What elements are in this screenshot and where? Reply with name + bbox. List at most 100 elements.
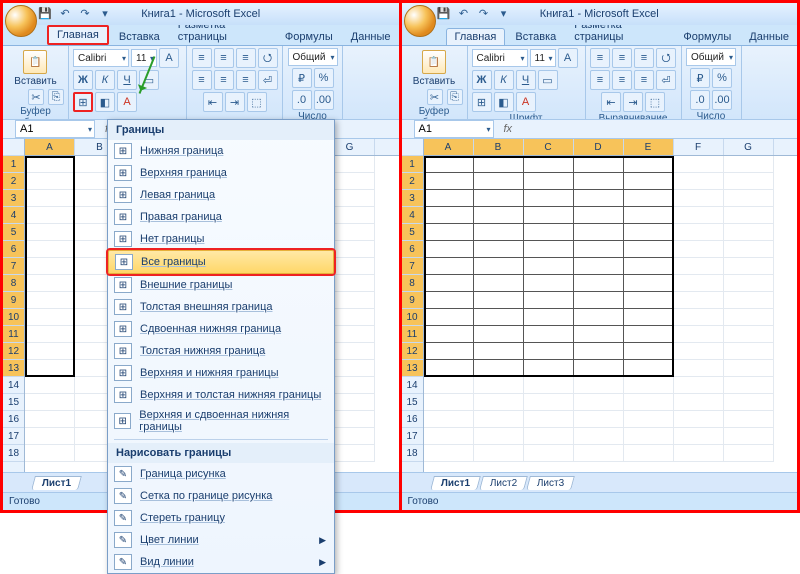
- row-header[interactable]: 11: [3, 326, 24, 343]
- number-format-select[interactable]: Общий: [686, 48, 736, 66]
- row-header[interactable]: 12: [3, 343, 24, 360]
- fill-color-button[interactable]: ◧: [95, 92, 115, 112]
- name-box[interactable]: A1: [15, 120, 95, 138]
- cell[interactable]: [424, 309, 474, 326]
- currency-icon[interactable]: ₽: [292, 68, 312, 88]
- row-header[interactable]: 4: [402, 207, 423, 224]
- orientation-icon[interactable]: ⭯: [258, 48, 278, 68]
- cell[interactable]: [724, 309, 774, 326]
- borders-menu-item[interactable]: ⊞Все границы: [108, 250, 334, 274]
- italic-button[interactable]: К: [494, 70, 514, 90]
- cut-icon[interactable]: ✂: [28, 89, 44, 105]
- cell[interactable]: [524, 428, 574, 445]
- cell[interactable]: [624, 309, 674, 326]
- cell[interactable]: [424, 241, 474, 258]
- borders-menu-item[interactable]: ⊞Правая граница: [108, 206, 334, 228]
- tab-data[interactable]: Данные: [741, 29, 797, 45]
- row-header[interactable]: 14: [402, 377, 423, 394]
- orientation-icon[interactable]: ⭯: [656, 48, 676, 68]
- cell[interactable]: [624, 258, 674, 275]
- row-header[interactable]: 6: [402, 241, 423, 258]
- column-headers[interactable]: ABCDEFG: [424, 139, 798, 156]
- row-header[interactable]: 10: [3, 309, 24, 326]
- cell[interactable]: [624, 394, 674, 411]
- cell[interactable]: [724, 241, 774, 258]
- percent-icon[interactable]: %: [712, 68, 732, 88]
- cell[interactable]: [624, 326, 674, 343]
- align-center-icon[interactable]: ≡: [612, 70, 632, 90]
- qat-more-icon[interactable]: ▾: [496, 5, 512, 21]
- cell[interactable]: [724, 343, 774, 360]
- col-header[interactable]: C: [524, 139, 574, 155]
- row-headers[interactable]: 123456789101112131415161718: [3, 139, 25, 472]
- merge-icon[interactable]: ⬚: [645, 92, 665, 112]
- cell[interactable]: [524, 326, 574, 343]
- cell[interactable]: [574, 428, 624, 445]
- cell[interactable]: [724, 173, 774, 190]
- cell[interactable]: [474, 156, 524, 173]
- cell[interactable]: [474, 207, 524, 224]
- row-header[interactable]: 2: [3, 173, 24, 190]
- cell[interactable]: [474, 377, 524, 394]
- row-header[interactable]: 5: [3, 224, 24, 241]
- save-icon[interactable]: 💾: [436, 5, 452, 21]
- borders-menu-item[interactable]: ⊞Левая граница: [108, 184, 334, 206]
- col-header[interactable]: A: [25, 139, 75, 155]
- indent-inc-icon[interactable]: ⇥: [623, 92, 643, 112]
- row-header[interactable]: 6: [3, 241, 24, 258]
- row-header[interactable]: 16: [402, 411, 423, 428]
- cell[interactable]: [674, 156, 724, 173]
- cell[interactable]: [574, 326, 624, 343]
- col-header[interactable]: G: [724, 139, 774, 155]
- align-bot-icon[interactable]: ≡: [236, 48, 256, 68]
- redo-icon[interactable]: ↷: [77, 5, 93, 21]
- cell[interactable]: [674, 377, 724, 394]
- font-color-button[interactable]: A: [117, 92, 137, 112]
- cell[interactable]: [424, 292, 474, 309]
- row-header[interactable]: 1: [3, 156, 24, 173]
- cell[interactable]: [474, 275, 524, 292]
- cell[interactable]: [724, 156, 774, 173]
- tab-data[interactable]: Данные: [343, 29, 399, 45]
- cell[interactable]: [424, 173, 474, 190]
- paste-button[interactable]: 📋 Вставить: [409, 48, 459, 89]
- underline-button[interactable]: Ч: [117, 70, 137, 90]
- cell[interactable]: [574, 343, 624, 360]
- cell[interactable]: [624, 292, 674, 309]
- cell[interactable]: [474, 411, 524, 428]
- font-name-select[interactable]: Calibri: [472, 49, 528, 67]
- borders-menu-item[interactable]: ⊞Верхняя и сдвоенная нижняя границы: [108, 406, 334, 436]
- cut-icon[interactable]: ✂: [427, 89, 443, 105]
- cell[interactable]: [524, 207, 574, 224]
- borders-menu-item[interactable]: ⊞Толстая нижняя граница: [108, 340, 334, 362]
- align-top-icon[interactable]: ≡: [590, 48, 610, 68]
- borders-button[interactable]: ⊞: [472, 92, 492, 112]
- cell[interactable]: [674, 309, 724, 326]
- cell[interactable]: [25, 258, 75, 275]
- cell[interactable]: [624, 190, 674, 207]
- grow-font-icon[interactable]: A: [558, 48, 578, 68]
- row-header[interactable]: 15: [402, 394, 423, 411]
- bold-button[interactable]: Ж: [73, 70, 93, 90]
- col-header[interactable]: E: [624, 139, 674, 155]
- cell[interactable]: [424, 445, 474, 462]
- cell[interactable]: [524, 360, 574, 377]
- worksheet-grid[interactable]: 123456789101112131415161718 ABCDEFG: [402, 139, 798, 472]
- cell[interactable]: [474, 173, 524, 190]
- cell[interactable]: [524, 445, 574, 462]
- redo-icon[interactable]: ↷: [476, 5, 492, 21]
- font-size-select[interactable]: 11: [530, 49, 556, 67]
- cell[interactable]: [624, 411, 674, 428]
- borders-menu-item[interactable]: ⊞Сдвоенная нижняя граница: [108, 318, 334, 340]
- cell[interactable]: [424, 326, 474, 343]
- paste-button[interactable]: 📋 Вставить: [10, 48, 60, 89]
- cell[interactable]: [25, 326, 75, 343]
- align-left-icon[interactable]: ≡: [590, 70, 610, 90]
- cell[interactable]: [624, 207, 674, 224]
- align-right-icon[interactable]: ≡: [236, 70, 256, 90]
- row-header[interactable]: 2: [402, 173, 423, 190]
- number-format-select[interactable]: Общий: [288, 48, 338, 66]
- cell[interactable]: [524, 309, 574, 326]
- cell[interactable]: [724, 326, 774, 343]
- tab-insert[interactable]: Вставка: [111, 29, 168, 45]
